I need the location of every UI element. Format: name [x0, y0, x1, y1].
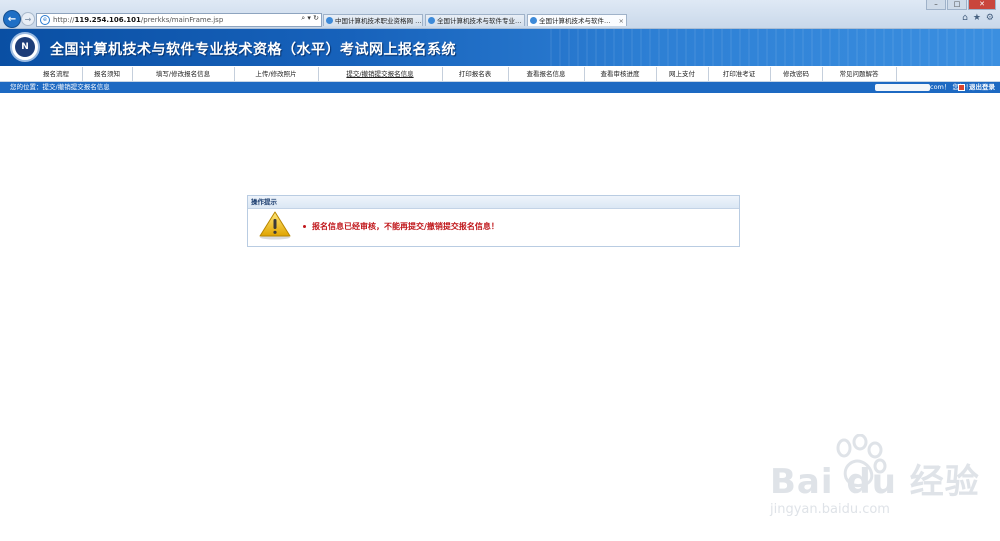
- menu-item-upload-photo[interactable]: 上传/修改照片: [234, 67, 319, 81]
- arrow-right-icon: →: [24, 14, 32, 24]
- site-banner: N 全国计算机技术与软件专业技术资格（水平）考试网上报名系统: [0, 29, 1000, 66]
- message-bullet: [303, 225, 306, 228]
- error-message: 报名信息已经审核，不能再提交/撤销提交报名信息！: [312, 221, 499, 231]
- window-controls: – □ ✕: [925, 0, 996, 10]
- close-icon[interactable]: ✕: [968, 0, 996, 10]
- menu-item-review-progress[interactable]: 查看审核进度: [584, 67, 657, 81]
- browser-tab-2[interactable]: 全国计算机技术与软件专业技...: [425, 14, 525, 26]
- logout-icon[interactable]: [958, 84, 965, 91]
- minimize-icon[interactable]: –: [926, 0, 946, 10]
- favorites-star-icon[interactable]: ★: [973, 13, 981, 23]
- greeting-text: com！ 您好！: [930, 83, 972, 91]
- menu-item-change-password[interactable]: 修改密码: [770, 67, 823, 81]
- site-title: 全国计算机技术与软件专业技术资格（水平）考试网上报名系统: [50, 42, 456, 58]
- ie-icon: e: [40, 15, 50, 25]
- arrow-left-icon: ←: [7, 13, 17, 25]
- menu-item-print-form[interactable]: 打印报名表: [442, 67, 509, 81]
- notice-panel: 操作提示 报名信息已经审核，不能再提交/撤销提交报名信息！: [247, 195, 740, 247]
- menu-item-process[interactable]: 报名流程: [30, 67, 83, 81]
- page-icon: [326, 17, 333, 24]
- menu-item-view-info[interactable]: 查看报名信息: [508, 67, 585, 81]
- location-bar: 您的位置：提交/撤销提交报名信息 com！ 您好！ 退出登录: [0, 82, 1000, 93]
- browser-tab-3[interactable]: 全国计算机技术与软件专业... ×: [527, 14, 627, 26]
- baidu-watermark: Bai du 经验 jingyan.baidu.com: [760, 430, 1000, 530]
- address-url[interactable]: http://119.254.106.101/prerkks/mainFrame…: [53, 16, 223, 24]
- maximize-icon[interactable]: □: [947, 0, 967, 10]
- logo-emblem-icon: N: [15, 37, 35, 57]
- address-bar[interactable]: e http://119.254.106.101/prerkks/mainFra…: [36, 13, 322, 27]
- browser-toolbar: ⌂ ★ ⚙: [962, 13, 994, 23]
- forward-button[interactable]: →: [21, 12, 35, 26]
- site-logo: N: [10, 32, 40, 62]
- browser-chrome: – □ ✕ ← → e http://119.254.106.101/prerk…: [0, 0, 1000, 29]
- menu-item-edit-info[interactable]: 填写/修改报名信息: [132, 67, 235, 81]
- logout-link[interactable]: 退出登录: [969, 82, 995, 93]
- page-icon: [530, 17, 537, 24]
- home-icon[interactable]: ⌂: [962, 13, 968, 23]
- menu-item-print-admission[interactable]: 打印准考证: [708, 67, 771, 81]
- watermark-site: jingyan.baidu.com: [770, 502, 890, 517]
- breadcrumb: 您的位置：提交/撤销提交报名信息: [10, 83, 110, 91]
- menu-item-online-payment[interactable]: 网上支付: [656, 67, 709, 81]
- search-refresh-icon[interactable]: ⌕ ▾ ↻: [301, 14, 319, 23]
- menu-item-submit[interactable]: 提交/撤销提交报名信息: [318, 67, 443, 81]
- watermark-brand: Bai du 经验: [770, 462, 980, 502]
- redacted-username: [875, 84, 930, 91]
- back-button[interactable]: ←: [3, 10, 21, 28]
- page-icon: [428, 17, 435, 24]
- panel-title: 操作提示: [248, 196, 739, 209]
- browser-tab-1[interactable]: 中国计算机技术职业资格网 | ...: [323, 14, 423, 26]
- menu-item-notice[interactable]: 报名须知: [82, 67, 133, 81]
- settings-gear-icon[interactable]: ⚙: [986, 13, 994, 23]
- main-menu: 报名流程 报名须知 填写/修改报名信息 上传/修改照片 提交/撤销提交报名信息 …: [0, 67, 1000, 82]
- tab-close-icon[interactable]: ×: [619, 15, 624, 26]
- menu-item-faq[interactable]: 常见问题解答: [822, 67, 897, 81]
- warning-icon: [259, 211, 291, 240]
